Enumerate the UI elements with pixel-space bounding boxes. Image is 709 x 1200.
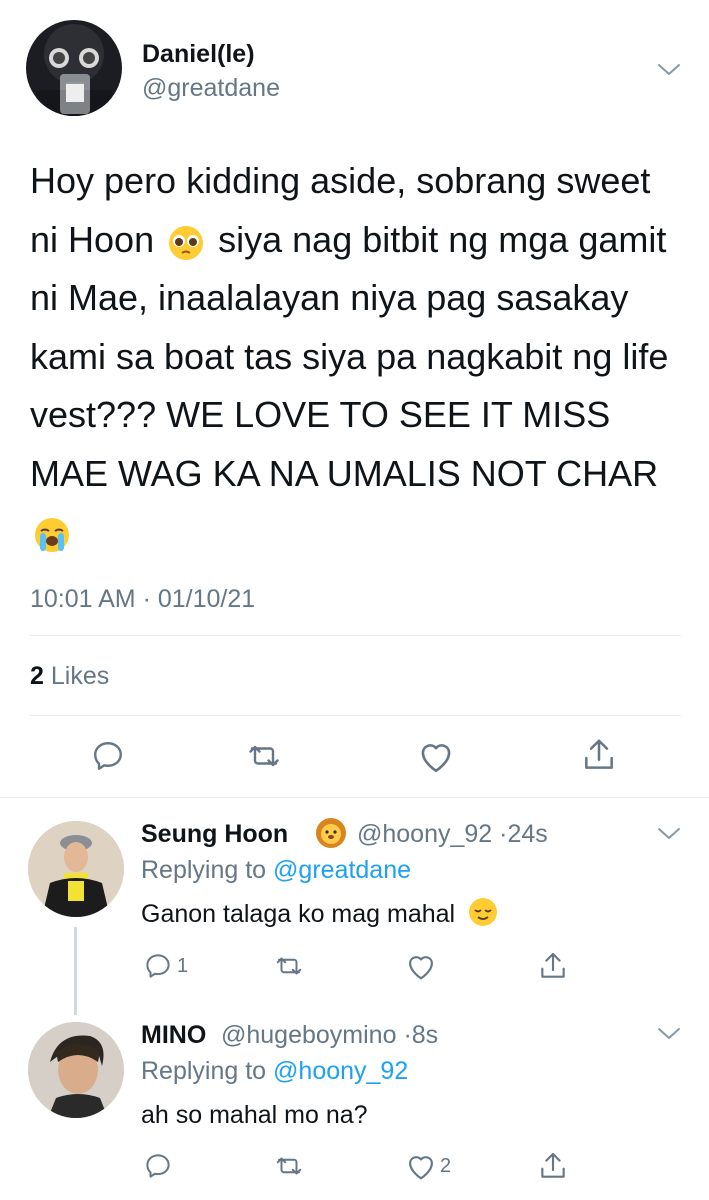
replying-label: Replying to <box>141 1057 267 1085</box>
heart-icon[interactable] <box>416 738 456 774</box>
thread-line <box>74 927 77 1015</box>
author-handle[interactable]: @greatdane <box>142 74 280 103</box>
author-avatar[interactable] <box>26 20 122 116</box>
retweet-icon[interactable] <box>244 738 284 774</box>
replying-to-link[interactable]: @hoony_92 <box>273 1057 408 1085</box>
reply-handle[interactable]: @hoony_92 <box>357 820 492 848</box>
retweet-icon[interactable] <box>272 1151 306 1181</box>
reply-time[interactable]: 8s <box>412 1021 438 1049</box>
replying-to: Replying to @hoony_92 <box>141 1057 408 1086</box>
heart-icon[interactable] <box>404 1151 438 1181</box>
replying-to-link[interactable]: @greatdane <box>273 856 411 884</box>
reply-tweet: Seung Hoon @hoony_92 ·24s Replying to @g… <box>0 0 709 1015</box>
reply-meta: @hugeboymino ·8s <box>221 1021 438 1050</box>
reply-icon[interactable] <box>90 738 126 774</box>
replying-label: Replying to <box>141 856 267 884</box>
likes-count: 2 <box>30 662 44 690</box>
likes-link[interactable]: 2 Likes <box>30 662 109 691</box>
reply-handle[interactable]: @hugeboymino <box>221 1021 397 1049</box>
reply-icon[interactable] <box>143 1151 173 1181</box>
reply-avatar[interactable] <box>28 1022 124 1118</box>
reply-count: 1 <box>177 955 189 977</box>
reply-avatar[interactable] <box>28 821 124 917</box>
divider <box>30 715 681 716</box>
reply-text-content: ah so mahal mo na? <box>141 1101 368 1129</box>
replying-to: Replying to @greatdane <box>141 856 411 885</box>
lion-face-icon <box>315 817 347 849</box>
reply-text: Ganon talaga ko mag mahal <box>141 897 498 930</box>
relieved-face-icon <box>468 897 498 927</box>
tweet-timestamp[interactable]: 10:01 AM · 01/10/21 <box>30 585 255 614</box>
reply-display-name[interactable]: MINO <box>141 1021 206 1050</box>
loudly-crying-face-icon <box>34 512 70 553</box>
pleading-face-icon <box>168 220 204 260</box>
like-count: 2 <box>440 1155 452 1177</box>
reply-text-content: Ganon talaga ko mag mahal <box>141 900 456 928</box>
divider <box>30 635 681 636</box>
reply-dot: · <box>403 1021 412 1049</box>
likes-label: Likes <box>50 662 110 690</box>
chevron-down-icon[interactable] <box>656 1026 682 1042</box>
author-display-name[interactable]: Daniel(le) <box>142 40 255 69</box>
tweet-text: Hoy pero kidding aside, sobrang sweet ni… <box>30 152 680 562</box>
chevron-down-icon[interactable] <box>656 826 682 842</box>
reply-dot: · <box>499 820 508 848</box>
share-icon[interactable] <box>537 950 569 982</box>
reply-meta: @hoony_92 ·24s <box>357 820 548 849</box>
retweet-icon[interactable] <box>272 951 306 981</box>
reply-time[interactable]: 24s <box>508 820 548 848</box>
chevron-down-icon[interactable] <box>656 62 682 78</box>
reply-icon[interactable] <box>143 951 173 981</box>
section-divider <box>0 797 709 798</box>
share-icon[interactable] <box>537 1150 569 1182</box>
share-icon[interactable] <box>580 736 618 774</box>
heart-icon[interactable] <box>404 951 438 981</box>
reply-display-name[interactable]: Seung Hoon <box>141 820 288 849</box>
